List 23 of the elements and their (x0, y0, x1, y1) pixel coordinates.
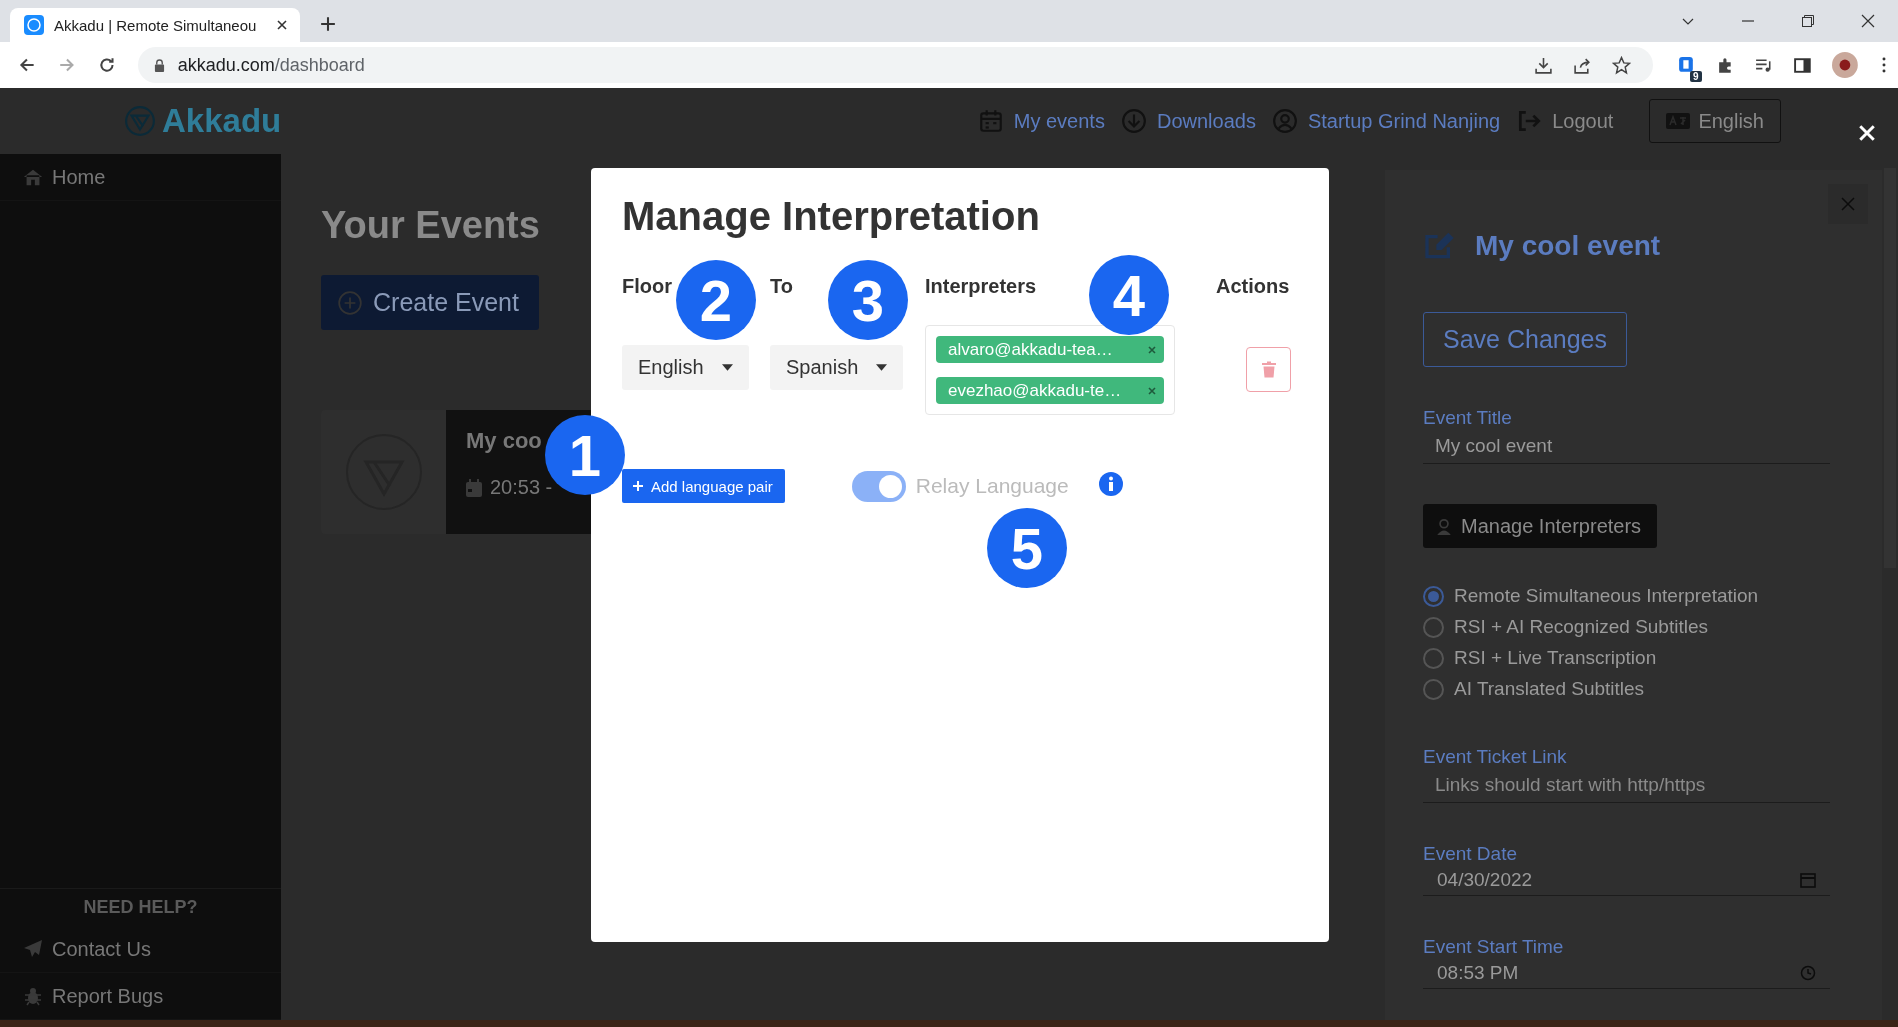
toggle-label: Relay Language (915, 474, 1069, 498)
field-label: Event Start Time (1423, 936, 1564, 958)
logo-text: Akkadu (162, 102, 282, 140)
url-text: akkadu.com/dashboard (177, 54, 365, 76)
field-label: Event Title (1423, 407, 1512, 429)
radio-label: RSI + Live Transcription (1454, 647, 1657, 669)
column-header: Actions (1216, 275, 1290, 297)
event-title: My coo (466, 428, 543, 454)
tab-title: Akkadu | Remote Simultaneou (54, 16, 258, 34)
column-header: Floor (622, 275, 672, 297)
field-label: Event Date (1423, 843, 1517, 865)
column-header: To (770, 275, 793, 297)
extension-badge: 9 (1690, 70, 1702, 82)
radio-label: AI Translated Subtitles (1454, 678, 1645, 700)
event-time: 20:53 - (490, 476, 553, 499)
panel-title: My cool event (1475, 230, 1661, 262)
radio-label: RSI + AI Recognized Subtitles (1454, 616, 1708, 638)
modal-title: Manage Interpretation (622, 194, 1041, 239)
page-title: Your Events (321, 204, 540, 247)
field-label: Event Ticket Link (1423, 746, 1567, 768)
help-heading: NEED HELP? (0, 888, 281, 926)
column-header: Interpreters (925, 275, 1037, 297)
radio-label: Remote Simultaneous Interpretation (1454, 585, 1759, 607)
